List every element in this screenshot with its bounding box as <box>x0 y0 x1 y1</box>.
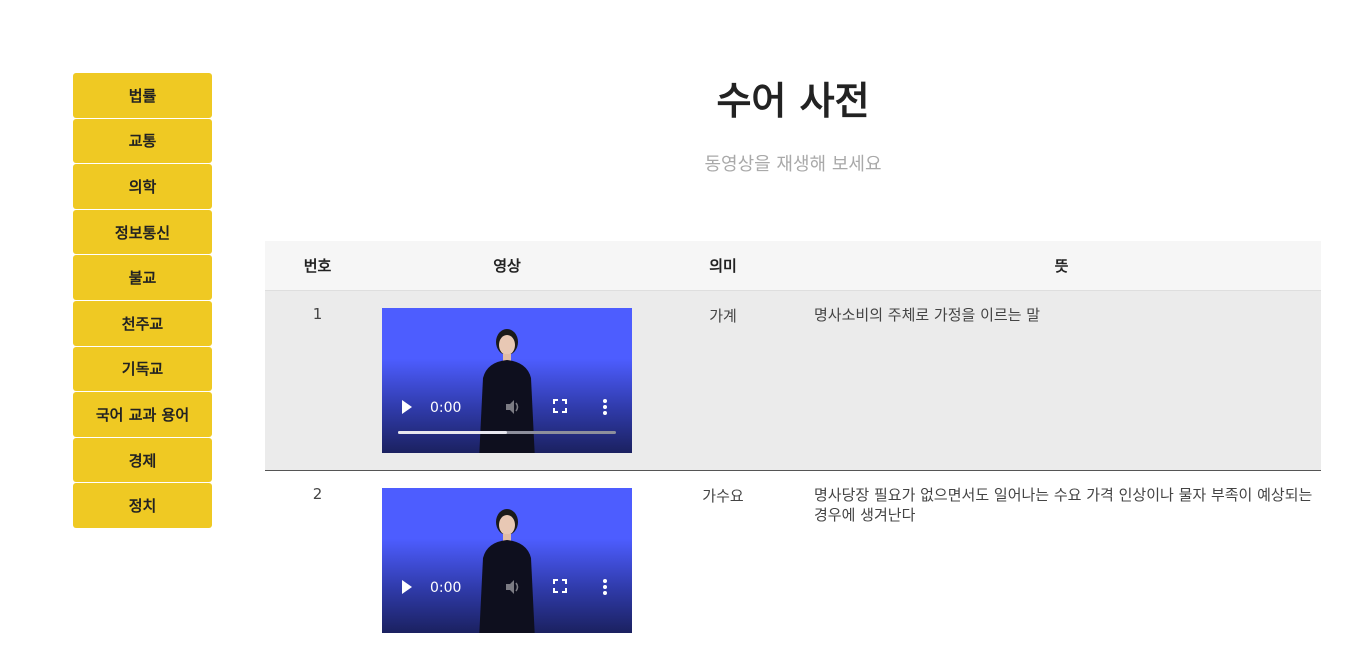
page-title: 수어 사전 <box>716 79 870 123</box>
row-meaning: 가수요 <box>702 487 744 505</box>
video-time: 0:00 <box>430 580 462 596</box>
row-number: 1 <box>312 305 323 323</box>
video-controls: 0:00 <box>382 558 632 633</box>
more-options-icon[interactable] <box>602 398 608 416</box>
play-icon[interactable] <box>400 578 414 596</box>
video-cell: 0:00 <box>370 291 644 470</box>
fullscreen-icon[interactable] <box>552 578 568 594</box>
sidebar-item-economy[interactable]: 경제 <box>73 437 212 483</box>
table-header: 번호 영상 의미 뜻 <box>265 241 1321 291</box>
video-progress-fill <box>398 431 507 434</box>
sidebar-item-catholicism[interactable]: 천주교 <box>73 300 212 346</box>
page-subtitle: 동영상을 재생해 보세요 <box>704 154 882 175</box>
video-cell: 0:00 <box>370 471 644 671</box>
dictionary-table: 번호 영상 의미 뜻 1 0:00 가계 명사소비의 주체로 가정을 이르는 말… <box>265 241 1321 671</box>
row-meaning: 가계 <box>709 307 737 325</box>
video-player[interactable]: 0:00 <box>382 308 632 453</box>
sidebar-item-law[interactable]: 법률 <box>73 73 212 118</box>
row-number: 2 <box>312 485 323 503</box>
row-definition: 명사당장 필요가 없으면서도 일어나는 수요 가격 인상이나 물자 부족이 예상… <box>814 486 1313 524</box>
table-row: 2 0:00 가수요 명사당장 필요가 없으면서도 일어나는 수요 가격 인상이… <box>265 471 1321 671</box>
sidebar-item-korean-terms[interactable]: 국어 교과 용어 <box>73 392 212 437</box>
sidebar-item-christianity[interactable]: 기독교 <box>73 346 212 392</box>
column-header-definition: 뜻 <box>1054 257 1069 275</box>
video-controls: 0:00 <box>382 378 632 453</box>
table-row: 1 0:00 가계 명사소비의 주체로 가정을 이르는 말 <box>265 291 1321 471</box>
sidebar-item-traffic[interactable]: 교통 <box>73 118 212 164</box>
video-time: 0:00 <box>430 400 462 416</box>
volume-icon[interactable] <box>504 398 522 416</box>
play-icon[interactable] <box>400 398 414 416</box>
volume-icon[interactable] <box>504 578 522 596</box>
column-header-video: 영상 <box>493 257 521 275</box>
sidebar-item-medicine[interactable]: 의학 <box>73 164 212 209</box>
row-definition: 명사소비의 주체로 가정을 이르는 말 <box>814 306 1041 324</box>
category-sidebar: 법률 교통 의학 정보통신 불교 천주교 기독교 국어 교과 용어 경제 정치 <box>73 73 212 528</box>
sidebar-item-politics[interactable]: 정치 <box>73 483 212 528</box>
column-header-meaning: 의미 <box>709 257 737 275</box>
more-options-icon[interactable] <box>602 578 608 596</box>
video-player[interactable]: 0:00 <box>382 488 632 633</box>
sidebar-item-telecom[interactable]: 정보통신 <box>73 209 212 255</box>
sidebar-item-buddhism[interactable]: 불교 <box>73 255 212 300</box>
video-progress-bar[interactable] <box>398 431 616 434</box>
column-header-number: 번호 <box>303 257 332 275</box>
fullscreen-icon[interactable] <box>552 398 568 414</box>
